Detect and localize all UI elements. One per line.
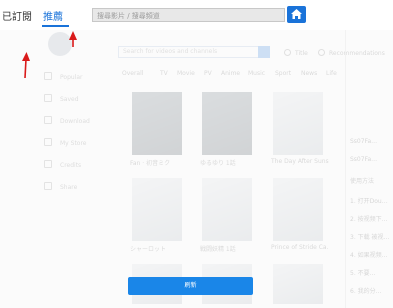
background-search: Search for videos and channels [118,46,270,58]
video-thumbnail [202,92,252,155]
background-right-panel: Ss07Fa… Ss07Fa… 使用方法 1. 打开Dou… 2. 按视频下… … [345,30,393,308]
sidebar-item: Credits [44,160,81,169]
background-search-button [258,46,270,58]
category-label: TV [160,70,168,77]
category-label: Movie [177,70,195,77]
sidebar-item: Download [44,116,90,125]
category-label: PV [204,70,212,77]
panel-line: 6. 我的分… [350,288,382,295]
home-button[interactable] [287,6,306,23]
video-caption: 戦闘妖精 1話 [200,246,236,253]
home-icon [291,9,302,19]
category-label: Life [326,70,337,77]
sidebar-item: Share [44,182,77,191]
sidebar-item: Popular [44,72,83,81]
category-label: Overall [122,70,144,77]
search-input[interactable] [97,10,281,21]
video-thumbnail [132,92,182,155]
video-thumbnail [273,178,323,241]
panel-line: Ss07Fa… [350,156,378,163]
background-sidebar: Popular Saved Download My Store Credits … [0,30,110,308]
video-thumbnail [132,178,182,241]
category-label: News [301,70,318,77]
refresh-button[interactable]: 刷新 [128,277,253,295]
video-caption: Prince of Stride Ca… [271,244,329,251]
video-thumbnail [202,178,252,241]
panel-line: 1. 打开Dou… [350,198,388,205]
video-thumbnail [273,92,323,155]
tab-recommended[interactable]: 推薦 [43,8,63,23]
panel-line: 3. 下载 被视… [350,234,390,241]
video-caption: Fan · 初音ミク [130,160,171,167]
panel-line: Ss07Fa… [350,138,378,145]
search-box[interactable] [92,8,285,22]
panel-line: 使用方法 [350,178,375,185]
category-label: Sport [275,70,292,77]
sidebar-item: My Store [44,138,87,147]
panel-line: 4. 如果视频… [350,252,388,259]
sidebar-item: Saved [44,94,79,103]
video-caption: シャーロット [130,246,167,253]
background-search-text: Search for videos and channels [123,48,218,55]
annotation-arrow-recommended [69,31,77,47]
background-app: Popular Saved Download My Store Credits … [0,30,393,308]
category-label: Music [248,70,266,77]
video-caption: ゆるゆり 1話 [200,160,236,167]
annotation-arrow-subscribed [22,52,30,79]
background-radio: Title [284,49,308,57]
panel-line: 5. 不要… [350,270,376,277]
tab-active-indicator [42,25,69,27]
tab-subscribed[interactable]: 已訂閱 [2,8,32,23]
video-caption: The Day After Sunset [271,158,329,165]
top-bar: 已訂閱 推薦 [0,0,393,30]
video-thumbnail [273,264,323,304]
category-label: Anime [221,70,241,77]
panel-line: 2. 按视频下… [350,216,388,223]
